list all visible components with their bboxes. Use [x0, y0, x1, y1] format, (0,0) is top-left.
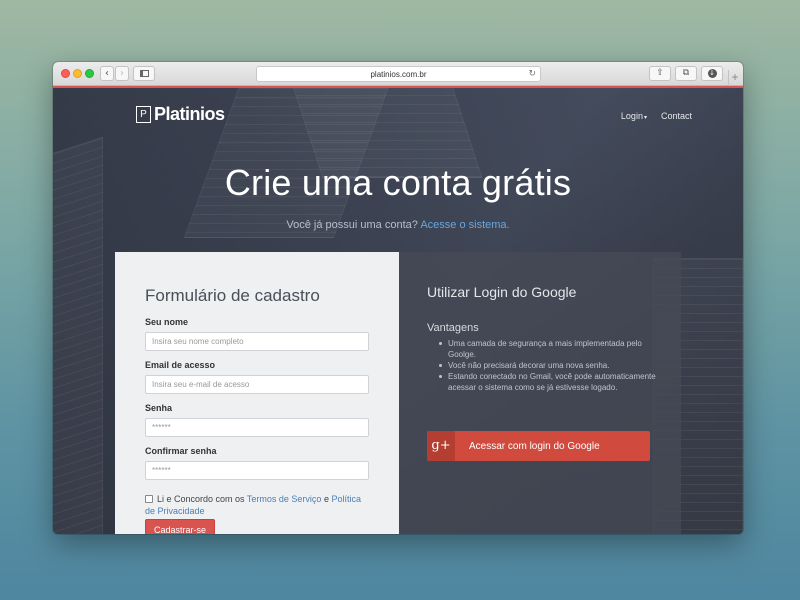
address-bar-url: platinios.com.br [370, 70, 427, 79]
email-label: Email de acesso [145, 360, 216, 370]
browser-toolbar: ‹ › platinios.com.br ↻ ⇧ ⧉ ↓ + [53, 62, 743, 86]
name-input[interactable]: Insira seu nome completo [145, 332, 369, 351]
page-title: Crie uma conta grátis [224, 162, 572, 203]
caret-down-icon: ▾ [643, 115, 647, 121]
list-item: Estando conectado no Gmail, você pode au… [439, 371, 671, 393]
terms-prefix-text: Li e Concordo com os [157, 494, 245, 504]
minimize-window-button[interactable] [73, 69, 82, 78]
signup-form-panel: Formulário de cadastro Seu nome Insira s… [115, 252, 399, 534]
google-login-panel: Utilizar Login do Google Vantagens Uma c… [399, 252, 681, 534]
signin-link[interactable]: Acesse o sistema. [420, 219, 509, 231]
list-item: Uma camada de segurança a mais implement… [439, 338, 671, 360]
sidebar-icon [140, 70, 149, 77]
browser-window: ‹ › platinios.com.br ↻ ⇧ ⧉ ↓ + P Platini… [53, 62, 743, 534]
advantages-heading: Vantagens [427, 322, 479, 334]
form-title: Formulário de cadastro [145, 286, 320, 305]
nav-login-dropdown[interactable]: Login▾ [621, 111, 647, 121]
google-plus-icon: g+ [427, 431, 455, 461]
address-bar[interactable]: platinios.com.br ↻ [256, 66, 541, 82]
confirm-password-input[interactable]: ****** [145, 461, 369, 480]
google-panel-title: Utilizar Login do Google [427, 284, 577, 300]
terms-and-text: e [323, 494, 329, 504]
password-input[interactable]: ****** [145, 418, 369, 437]
name-label: Seu nome [145, 317, 189, 327]
new-tab-button[interactable]: + [728, 70, 741, 86]
logo-mark: P [136, 105, 151, 123]
hero-subtitle: Você já possui uma conta? Acesse o siste… [53, 219, 743, 231]
back-button[interactable]: ‹ [100, 66, 114, 81]
logo-text: Platinios [154, 103, 225, 124]
top-navigation: Login▾ Contact [621, 111, 692, 121]
hero-subtitle-text: Você já possui uma conta? [286, 219, 418, 231]
brand-logo[interactable]: P Platinios [136, 104, 225, 124]
maximize-window-button[interactable] [85, 69, 94, 78]
nav-contact-link[interactable]: Contact [661, 111, 692, 121]
forward-button[interactable]: › [115, 66, 129, 81]
downloads-button[interactable]: ↓ [701, 66, 723, 81]
reload-icon[interactable]: ↻ [528, 67, 536, 82]
page-content: P Platinios Login▾ Contact Crie uma cont… [53, 88, 743, 534]
terms-checkbox[interactable] [145, 495, 153, 503]
download-icon: ↓ [707, 69, 717, 78]
close-window-button[interactable] [61, 69, 70, 78]
terms-of-service-link[interactable]: Termos de Serviço [247, 494, 322, 504]
google-login-button[interactable]: g+ Acessar com login do Google [427, 431, 650, 461]
confirm-password-label: Confirmar senha [145, 446, 217, 456]
advantages-list: Uma camada de segurança a mais implement… [439, 338, 671, 393]
sidebar-toggle-button[interactable] [133, 66, 155, 81]
tabs-overview-button[interactable]: ⧉ [675, 66, 697, 81]
google-login-button-label: Acessar com login do Google [469, 440, 600, 452]
signup-submit-button[interactable]: Cadastrar-se [145, 519, 216, 534]
list-item: Você não precisará decorar uma nova senh… [439, 360, 671, 371]
email-input[interactable]: Insira seu e-mail de acesso [145, 375, 369, 394]
share-button[interactable]: ⇧ [649, 66, 671, 81]
password-label: Senha [145, 403, 173, 413]
terms-agreement: Li e Concordo com os Termos de Serviço e… [145, 493, 365, 517]
